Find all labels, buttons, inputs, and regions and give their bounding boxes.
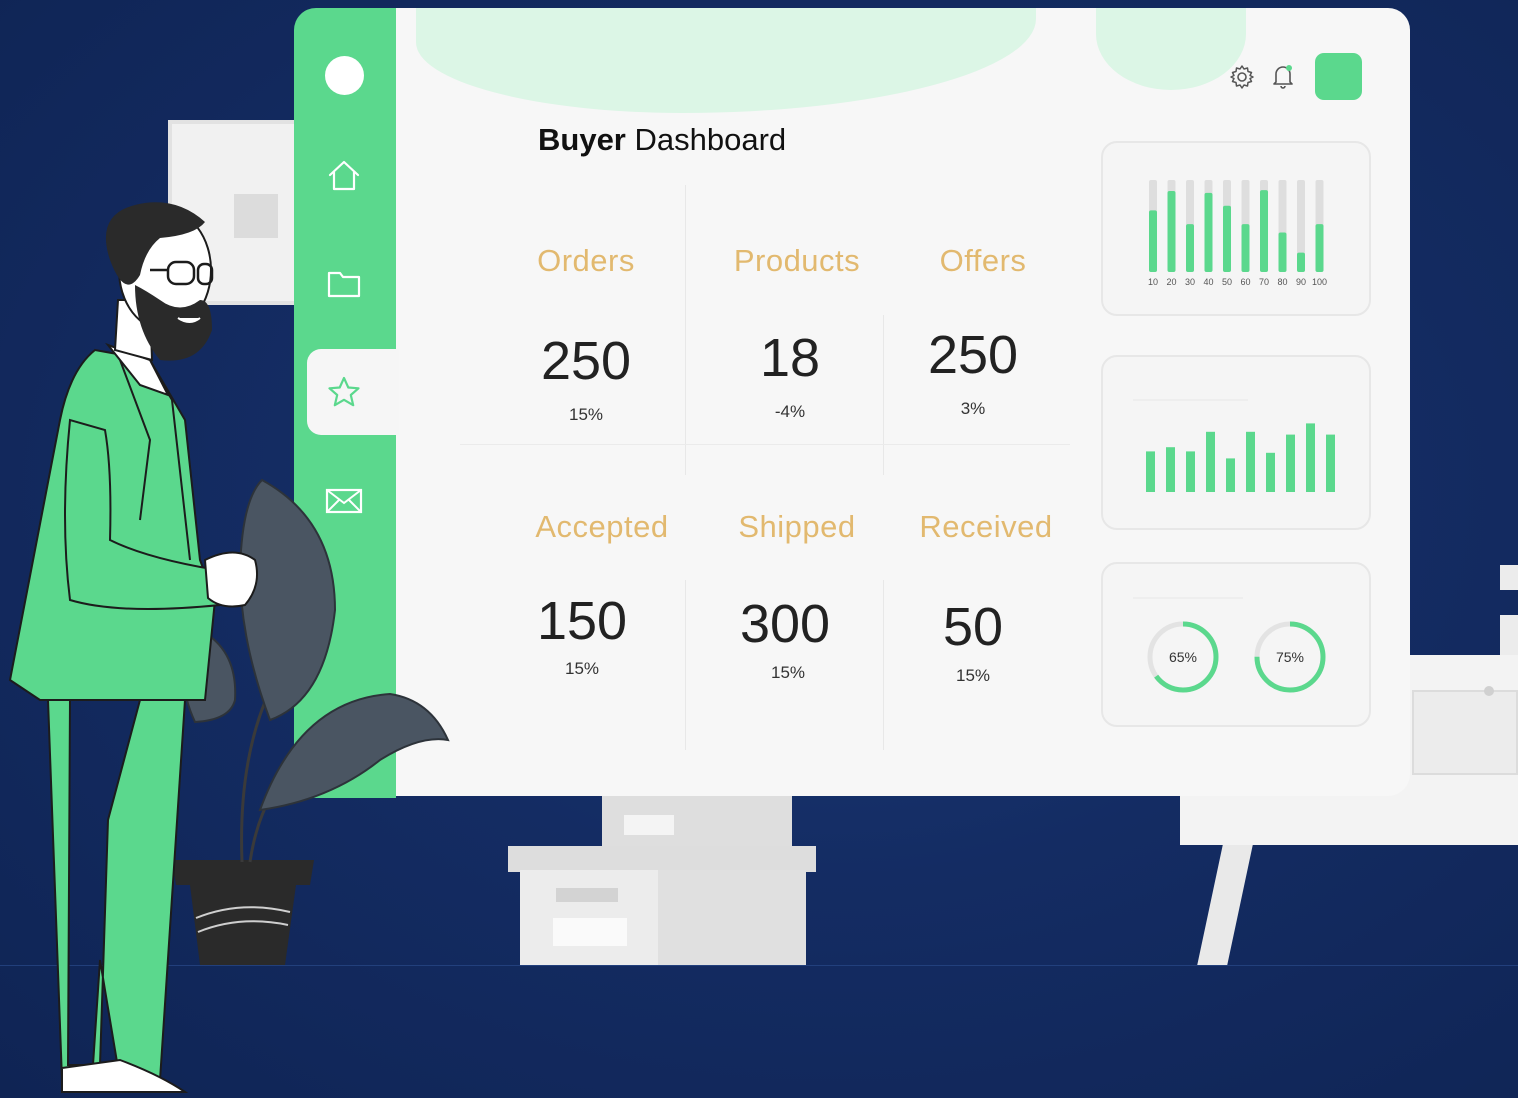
plant-leaf — [182, 628, 237, 724]
avatar[interactable] — [1315, 53, 1362, 100]
desk-leg — [1197, 845, 1253, 965]
desk-drawer — [1412, 690, 1518, 775]
bar — [1223, 205, 1231, 272]
bar-chart-axis: 10 20 30 40 50 60 70 80 90 100 — [1148, 180, 1327, 287]
x-tick-label: 30 — [1185, 277, 1195, 287]
bar — [1278, 232, 1287, 272]
stat-label-received: Received — [919, 509, 1053, 544]
person-hands — [203, 551, 258, 608]
stat-value-offers: 250 — [927, 325, 1019, 385]
mail-icon[interactable] — [324, 481, 364, 521]
x-tick-label: 40 — [1203, 277, 1213, 287]
bar — [1204, 192, 1213, 272]
person-jacket — [8, 348, 217, 701]
bar — [1266, 452, 1275, 492]
floor-line — [0, 965, 1518, 966]
bar — [1241, 224, 1250, 272]
storage-box — [520, 870, 806, 965]
decorative-blob — [416, 8, 1036, 113]
gauge-chart: 65% 75% — [1133, 597, 1326, 693]
bar — [1146, 451, 1155, 492]
stat-value-shipped: 300 — [739, 594, 831, 654]
bar — [1315, 224, 1324, 272]
x-tick-label: 90 — [1296, 277, 1306, 287]
bar — [1149, 210, 1157, 272]
monitor-stand — [602, 795, 792, 850]
gauge-label: 75% — [1276, 649, 1304, 665]
stat-value-accepted: 150 — [536, 591, 628, 651]
home-icon[interactable] — [324, 155, 364, 195]
shelf-block — [1500, 615, 1518, 655]
stat-label-orders: Orders — [537, 243, 635, 278]
stat-change-accepted: 15% — [564, 659, 600, 678]
stat-value-products: 18 — [759, 328, 821, 388]
profile-dot[interactable] — [325, 56, 364, 95]
stat-label-shipped: Shipped — [738, 509, 856, 544]
bar-chart — [1133, 399, 1335, 492]
person-legs — [46, 699, 187, 1081]
x-tick-label: 100 — [1312, 277, 1327, 287]
storage-box-lid — [508, 846, 816, 872]
wall-picture-frame — [168, 120, 298, 305]
x-tick-label: 10 — [1148, 277, 1158, 287]
x-tick-label: 70 — [1259, 277, 1269, 287]
stat-change-shipped: 15% — [770, 663, 806, 682]
gauge-label: 65% — [1169, 649, 1197, 665]
gear-icon[interactable] — [1229, 64, 1255, 90]
x-tick-label: 20 — [1166, 277, 1176, 287]
chart-card-bars-axis[interactable]: 10 20 30 40 50 60 70 80 90 100 — [1101, 141, 1371, 316]
shelf-block — [1500, 565, 1518, 590]
person-shoe — [61, 1058, 189, 1093]
folder-icon[interactable] — [324, 264, 364, 304]
stat-label-offers: Offers — [939, 243, 1027, 278]
x-tick-label: 80 — [1277, 277, 1287, 287]
desk-knob — [1484, 686, 1494, 696]
person-arm — [64, 418, 232, 610]
stat-change-products: -4% — [774, 402, 806, 421]
bar — [1286, 434, 1295, 492]
bar — [1326, 434, 1335, 492]
stat-change-orders: 15% — [568, 405, 604, 424]
title-rest: Dashboard — [625, 122, 787, 157]
bar — [1260, 190, 1268, 272]
stat-value-orders: 250 — [540, 331, 632, 391]
bar — [1186, 224, 1194, 272]
bar — [1226, 458, 1235, 492]
x-tick-label: 60 — [1240, 277, 1250, 287]
stat-change-received: 15% — [955, 666, 991, 685]
bar — [1297, 252, 1305, 272]
star-icon[interactable] — [324, 372, 364, 412]
bar — [1186, 451, 1195, 492]
stat-label-products: Products — [733, 243, 861, 278]
grid-divider — [460, 444, 1070, 445]
stat-label-accepted: Accepted — [535, 509, 669, 544]
bar — [1167, 191, 1176, 272]
chart-card-bars[interactable] — [1101, 355, 1371, 530]
decorative-blob — [1096, 8, 1246, 90]
x-tick-label: 50 — [1222, 277, 1232, 287]
bar — [1246, 431, 1255, 492]
bar — [1206, 431, 1215, 492]
stat-value-received: 50 — [942, 597, 1004, 657]
stat-change-offers: 3% — [960, 399, 986, 418]
plant-pot — [172, 860, 314, 965]
bar — [1166, 447, 1175, 492]
page-title: Buyer Dashboard — [538, 122, 786, 158]
chart-card-gauges[interactable]: 65% 75% — [1101, 562, 1371, 727]
bell-icon[interactable] — [1271, 62, 1295, 90]
bar — [1306, 423, 1315, 492]
title-bold: Buyer — [538, 122, 626, 157]
